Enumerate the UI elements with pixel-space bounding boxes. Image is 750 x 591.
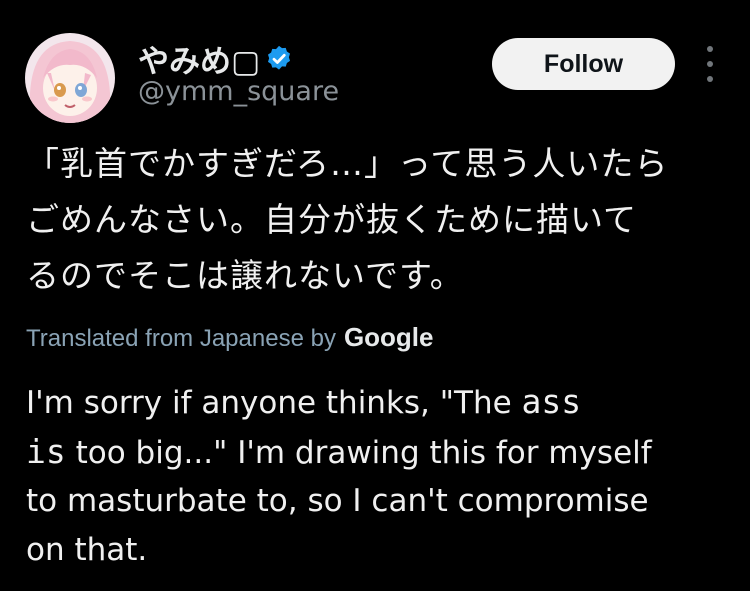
monospace-word: ass bbox=[521, 382, 582, 421]
japanese-line: るのでそこは譲れないです。 bbox=[26, 256, 464, 295]
japanese-line: 「乳首でかすぎだろ…」って思う人いたら bbox=[26, 144, 669, 183]
post-text-japanese: 「乳首でかすぎだろ…」って思う人いたら ごめんなさい。自分が抜くために描いて る… bbox=[26, 136, 741, 304]
translation-note-text: Translated from Japanese by bbox=[26, 325, 336, 352]
more-dot bbox=[707, 61, 713, 67]
avatar[interactable] bbox=[25, 33, 115, 123]
english-line: is too big..." I'm drawing this for myse… bbox=[26, 431, 652, 471]
follow-button[interactable]: Follow bbox=[492, 38, 675, 90]
more-options-icon[interactable] bbox=[700, 46, 720, 82]
user-handle[interactable]: @ymm_square bbox=[138, 76, 339, 107]
author-name-row[interactable]: やみめ▢ bbox=[138, 36, 294, 81]
english-line: on that. bbox=[26, 531, 148, 568]
post-text-english: I'm sorry if anyone thinks, "The ass is … bbox=[26, 378, 741, 574]
verified-badge-icon bbox=[268, 45, 291, 70]
more-dot bbox=[707, 46, 713, 52]
japanese-line: ごめんなさい。自分が抜くために描いて bbox=[26, 200, 638, 239]
anime-girl-avatar-image bbox=[25, 33, 115, 123]
more-dot bbox=[707, 76, 713, 82]
english-line: I'm sorry if anyone thinks, "The ass bbox=[26, 382, 582, 421]
english-line: to masturbate to, so I can't compromise bbox=[26, 483, 649, 519]
monospace-word: is bbox=[26, 431, 66, 471]
display-name[interactable]: やみめ▢ bbox=[138, 36, 260, 81]
google-logo: Google bbox=[343, 322, 434, 352]
translation-note[interactable]: Translated from Japanese by Google bbox=[26, 322, 434, 353]
